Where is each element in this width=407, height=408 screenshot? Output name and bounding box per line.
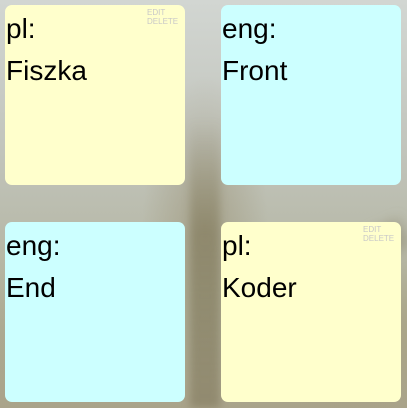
card-actions: EDIT DELETE <box>363 225 399 243</box>
delete-link[interactable]: DELETE <box>363 234 399 243</box>
flashcard[interactable]: EDIT DELETE pl: Koder <box>221 222 401 402</box>
flashcard[interactable]: eng: End <box>5 222 185 402</box>
card-word: Koder <box>222 272 297 303</box>
card-language: pl: <box>222 230 252 261</box>
card-word: Fiszka <box>6 55 87 86</box>
flashcard[interactable]: eng: Front <box>221 5 401 185</box>
flashcard[interactable]: EDIT DELETE pl: Fiszka <box>5 5 185 185</box>
card-word: Front <box>222 55 288 86</box>
card-language: pl: <box>6 13 36 44</box>
card-language: eng: <box>222 13 277 44</box>
edit-link[interactable]: EDIT <box>147 8 183 17</box>
card-language: eng: <box>6 230 61 261</box>
delete-link[interactable]: DELETE <box>147 17 183 26</box>
card-actions: EDIT DELETE <box>147 8 183 26</box>
card-word: End <box>6 272 56 303</box>
edit-link[interactable]: EDIT <box>363 225 399 234</box>
